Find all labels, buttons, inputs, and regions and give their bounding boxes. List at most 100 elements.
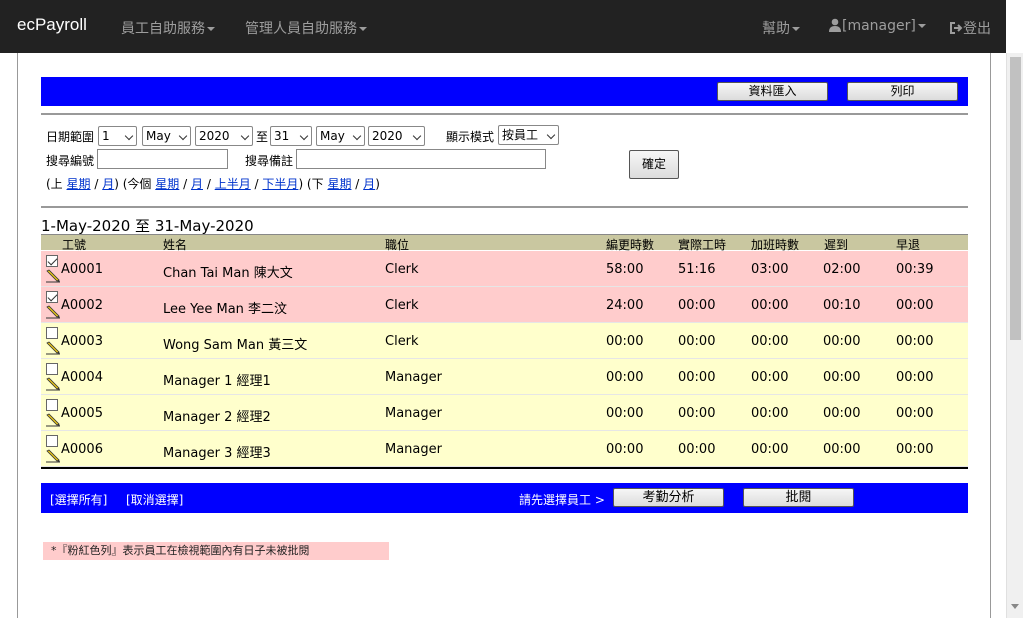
logout-label: 登出 (963, 21, 991, 37)
cell-name: Manager 3 經理3 (163, 446, 271, 461)
cell-name: Manager 1 經理1 (163, 374, 271, 389)
chevron-down-icon (207, 27, 215, 31)
next-month-link[interactable]: 月 (363, 177, 375, 191)
from-month-select[interactable]: May (142, 126, 191, 146)
to-month-select[interactable]: May (316, 126, 365, 146)
chevron-down-icon (240, 131, 250, 141)
cell-scheduled: 00:00 (606, 370, 644, 385)
row-checkbox[interactable] (46, 291, 58, 303)
display-mode-label: 顯示模式 (446, 130, 495, 144)
user-icon (829, 18, 841, 32)
table-row: A0003 Wong Sam Man 黃三文 Clerk 00:00 00:00 00:0… (41, 323, 968, 359)
prev-month-link[interactable]: 月 (102, 177, 114, 191)
chevron-down-icon (178, 131, 188, 141)
quick-range-links: (上 星期 / 月) (今個 星期 / 月 / 上半月 / 下半月) (下 星期… (46, 175, 380, 192)
menu-employee-self-service[interactable]: 員工自助服務 (121, 18, 215, 38)
separator: / (94, 177, 99, 191)
top-navbar: ecPayroll 員工自助服務 管理人員自助服務 幫助 [manager] 登… (0, 0, 1006, 53)
row-checkbox[interactable] (46, 363, 58, 375)
menu-help[interactable]: 幫助 (762, 18, 800, 38)
cell-actual: 00:00 (678, 298, 716, 313)
from-day-select[interactable]: 1 (98, 126, 137, 146)
to-day-value: 31 (274, 129, 290, 143)
pencil-edit-icon[interactable] (45, 377, 61, 391)
cell-late: 00:00 (823, 406, 861, 421)
scrollbar-thumb[interactable] (1010, 57, 1021, 340)
search-note-label: 搜尋備註 (245, 154, 294, 168)
page-scrollbar[interactable] (1006, 53, 1023, 618)
cell-id: A0002 (61, 298, 103, 313)
from-day-value: 1 (102, 129, 110, 143)
pink-row-legend-note: *『粉紅色列』表示員工在檢視範圍內有日子未被批閱 (43, 542, 389, 560)
next-week-link[interactable]: 星期 (327, 177, 351, 191)
to-day-select[interactable]: 31 (270, 126, 312, 146)
separator: / (355, 177, 360, 191)
divider (41, 206, 968, 208)
row-checkbox[interactable] (46, 435, 58, 447)
from-month-value: May (146, 129, 171, 143)
this-month-link[interactable]: 月 (191, 177, 203, 191)
cell-late: 00:00 (823, 370, 861, 385)
search-note-input[interactable] (296, 149, 546, 169)
row-checkbox[interactable] (46, 399, 58, 411)
cell-id: A0001 (61, 262, 103, 277)
export-button[interactable]: 資料匯入 (717, 82, 828, 101)
this-week-link[interactable]: 星期 (155, 177, 179, 191)
search-id-input[interactable] (97, 149, 228, 169)
quick-close: ) (375, 177, 380, 191)
row-checkbox[interactable] (46, 255, 58, 267)
from-year-select[interactable]: 2020 (195, 126, 253, 146)
cell-position: Clerk (385, 298, 419, 313)
menu-manager-self-service[interactable]: 管理人員自助服務 (245, 18, 367, 38)
prev-week-link[interactable]: 星期 (67, 177, 91, 191)
display-mode-select[interactable]: 按員工 (498, 125, 559, 145)
separator: / (206, 177, 211, 191)
chevron-down-icon (412, 131, 422, 141)
cell-scheduled: 00:00 (606, 442, 644, 457)
cell-id: A0004 (61, 370, 103, 385)
chevron-down-icon (792, 27, 800, 31)
second-half-month-link[interactable]: 下半月 (262, 177, 298, 191)
chevron-down-icon (917, 24, 926, 28)
approve-button[interactable]: 批閱 (743, 488, 854, 507)
brand-logo[interactable]: ecPayroll (17, 15, 87, 35)
menu-manager-label: 管理人員自助服務 (245, 21, 357, 37)
table-header: 工號 姓名 職位 編更時數 實際工時 加班時數 遲到 早退 (41, 234, 968, 252)
top-toolbar (41, 77, 968, 106)
cell-name: Wong Sam Man 黃三文 (163, 338, 308, 353)
cell-actual: 00:00 (678, 442, 716, 457)
pencil-edit-icon[interactable] (45, 305, 61, 319)
search-id-label: 搜尋編號 (46, 154, 95, 168)
pencil-edit-icon[interactable] (45, 341, 61, 355)
cell-overtime: 00:00 (751, 334, 789, 349)
cell-scheduled: 24:00 (606, 298, 644, 313)
cell-early: 00:00 (896, 298, 934, 313)
cell-name: Chan Tai Man 陳大文 (163, 266, 293, 281)
cell-id: A0003 (61, 334, 103, 349)
row-checkbox[interactable] (46, 327, 58, 339)
date-range-title: 1-May-2020 至 31-May-2020 (41, 217, 254, 235)
pencil-edit-icon[interactable] (45, 269, 61, 283)
confirm-button[interactable]: 確定 (629, 150, 679, 179)
menu-user[interactable]: [manager] (828, 18, 926, 34)
cell-position: Manager (385, 406, 442, 421)
chevron-down-icon (359, 27, 367, 31)
to-year-select[interactable]: 2020 (368, 126, 425, 146)
menu-user-label: [manager] (842, 18, 916, 34)
menu-employee-label: 員工自助服務 (121, 21, 205, 37)
cell-scheduled: 58:00 (606, 262, 644, 277)
scroll-down-arrow-icon[interactable] (1011, 604, 1019, 609)
date-range-label: 日期範圍 (46, 130, 95, 144)
pencil-edit-icon[interactable] (45, 449, 61, 463)
chevron-down-icon (546, 130, 556, 140)
select-all-link[interactable]: [選擇所有] (50, 491, 107, 508)
cell-late: 02:00 (823, 262, 861, 277)
pencil-edit-icon[interactable] (45, 413, 61, 427)
attendance-analysis-button[interactable]: 考勤分析 (613, 488, 724, 507)
print-button[interactable]: 列印 (847, 82, 958, 101)
deselect-all-link[interactable]: [取消選擇] (126, 491, 183, 508)
first-half-month-link[interactable]: 上半月 (215, 177, 251, 191)
cell-actual: 00:00 (678, 406, 716, 421)
cell-name: Lee Yee Man 李二汶 (163, 302, 288, 317)
logout-link[interactable]: 登出 (949, 18, 991, 38)
